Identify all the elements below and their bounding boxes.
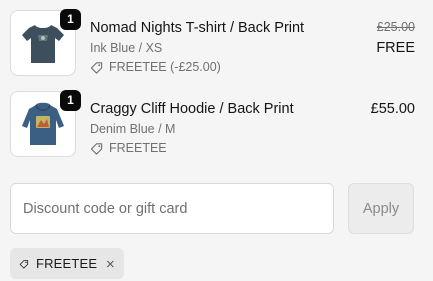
- cart-item: 1 Nomad Nights T-shirt / Back Print Ink …: [10, 9, 415, 76]
- item-title: Craggy Cliff Hoodie / Back Print: [90, 101, 294, 117]
- original-price: £25.00: [376, 20, 415, 34]
- discounted-price: FREE: [376, 40, 415, 56]
- item-variant: Ink Blue / XS: [90, 41, 163, 55]
- cart-item: 1 Craggy Cliff Hoodie / Back Print Denim…: [10, 90, 415, 157]
- tag-icon: [19, 259, 29, 269]
- quantity-badge: 1: [60, 9, 81, 30]
- item-discount: FREETEE: [90, 141, 330, 156]
- apply-button[interactable]: Apply: [348, 183, 414, 234]
- discount-form: Apply: [10, 183, 414, 234]
- discount-code-input[interactable]: [10, 183, 334, 234]
- tag-icon: [90, 62, 103, 74]
- item-title: Nomad Nights T-shirt / Back Print: [90, 20, 305, 36]
- tag-icon: [90, 143, 103, 155]
- close-icon[interactable]: [106, 257, 115, 271]
- item-info: Nomad Nights T-shirt / Back Print Ink Bl…: [90, 19, 330, 75]
- item-price: £25.00 FREE: [376, 19, 415, 57]
- applied-discount-chip: FREETEE: [10, 248, 124, 279]
- item-variant: Denim Blue / M: [90, 122, 176, 136]
- quantity-badge: 1: [60, 90, 81, 111]
- item-info: Craggy Cliff Hoodie / Back Print Denim B…: [90, 100, 330, 156]
- item-discount: FREETEE (-£25.00): [90, 60, 330, 75]
- item-price: £55.00: [371, 100, 415, 118]
- item-discount-label: FREETEE (-£25.00): [109, 60, 221, 74]
- item-discount-label: FREETEE: [109, 141, 167, 155]
- product-thumbnail: 1: [10, 9, 81, 76]
- price: £55.00: [370, 101, 415, 117]
- product-thumbnail: 1: [10, 90, 81, 157]
- discount-code-label: FREETEE: [35, 256, 98, 271]
